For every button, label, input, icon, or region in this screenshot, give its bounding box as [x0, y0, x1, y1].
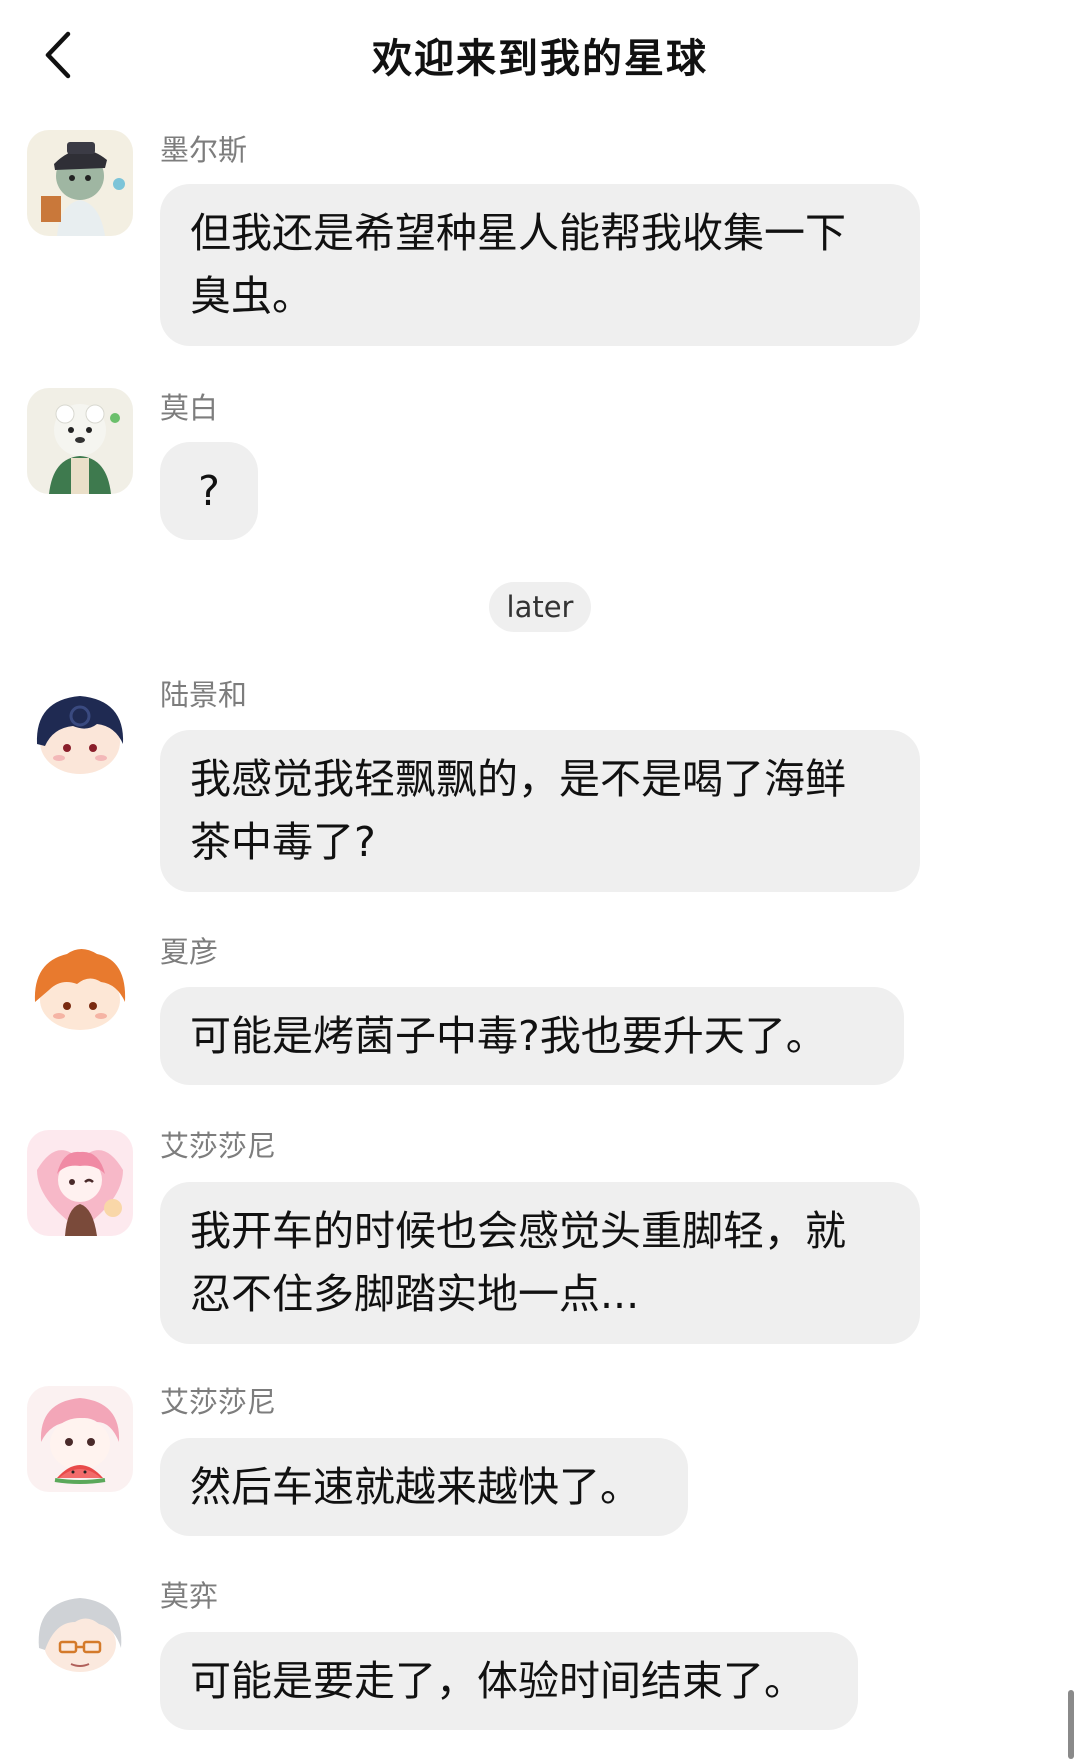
message-bubble[interactable]: 但我还是希望种星人能帮我收集一下 臭虫。 — [160, 184, 920, 346]
message-line: 我感觉我轻飘飘的，是不是喝了海鲜 — [190, 755, 846, 803]
message-bubble[interactable]: 可能是烤菌子中毒?我也要升天了。 — [160, 987, 904, 1085]
chat-title: 欢迎来到我的星球 — [372, 36, 708, 82]
sender-name: 莫弈 — [160, 1579, 219, 1613]
character-avatar-icon — [27, 130, 133, 236]
time-divider: later — [489, 582, 591, 632]
sender-name: 陆景和 — [160, 678, 248, 712]
avatar[interactable] — [27, 130, 133, 236]
sender-name: 夏彦 — [160, 935, 219, 969]
character-avatar-icon — [27, 1130, 133, 1236]
message-line: 但我还是希望种星人能帮我收集一下 — [190, 209, 846, 257]
avatar[interactable] — [27, 1386, 133, 1492]
character-avatar-icon — [27, 686, 133, 792]
avatar[interactable] — [27, 686, 133, 792]
message-line: 我开车的时候也会感觉头重脚轻，就 — [190, 1207, 846, 1255]
message-bubble[interactable]: ? — [160, 442, 258, 540]
sender-name: 莫白 — [160, 391, 219, 425]
message-line: 可能是烤菌子中毒?我也要升天了。 — [190, 1011, 827, 1060]
message-line: 可能是要走了，体验时间结束了。 — [190, 1656, 805, 1705]
message-line: 臭虫。 — [190, 272, 313, 320]
message-line: 茶中毒了? — [190, 818, 376, 866]
message-line: ? — [198, 466, 220, 515]
message-line: 然后车速就越来越快了。 — [190, 1462, 641, 1511]
sender-name: 艾莎莎尼 — [160, 1385, 277, 1419]
avatar[interactable] — [27, 1130, 133, 1236]
message-bubble[interactable]: 然后车速就越来越快了。 — [160, 1438, 688, 1536]
character-avatar-icon — [27, 1386, 133, 1492]
avatar[interactable] — [27, 388, 133, 494]
avatar[interactable] — [27, 1584, 133, 1690]
scrollbar[interactable] — [1068, 1690, 1074, 1759]
message-bubble[interactable]: 我感觉我轻飘飘的，是不是喝了海鲜 茶中毒了? — [160, 730, 920, 892]
avatar[interactable] — [27, 940, 133, 1046]
sender-name: 艾莎莎尼 — [160, 1129, 277, 1163]
message-bubble[interactable]: 可能是要走了，体验时间结束了。 — [160, 1632, 858, 1730]
message-bubble[interactable]: 我开车的时候也会感觉头重脚轻，就 忍不住多脚踏实地一点... — [160, 1182, 920, 1344]
character-avatar-icon — [27, 940, 133, 1046]
character-avatar-icon — [27, 388, 133, 494]
sender-name: 墨尔斯 — [160, 133, 248, 167]
chat-header: 欢迎来到我的星球 — [0, 0, 1080, 110]
message-line: 忍不住多脚踏实地一点... — [190, 1270, 640, 1318]
character-avatar-icon — [27, 1584, 133, 1690]
